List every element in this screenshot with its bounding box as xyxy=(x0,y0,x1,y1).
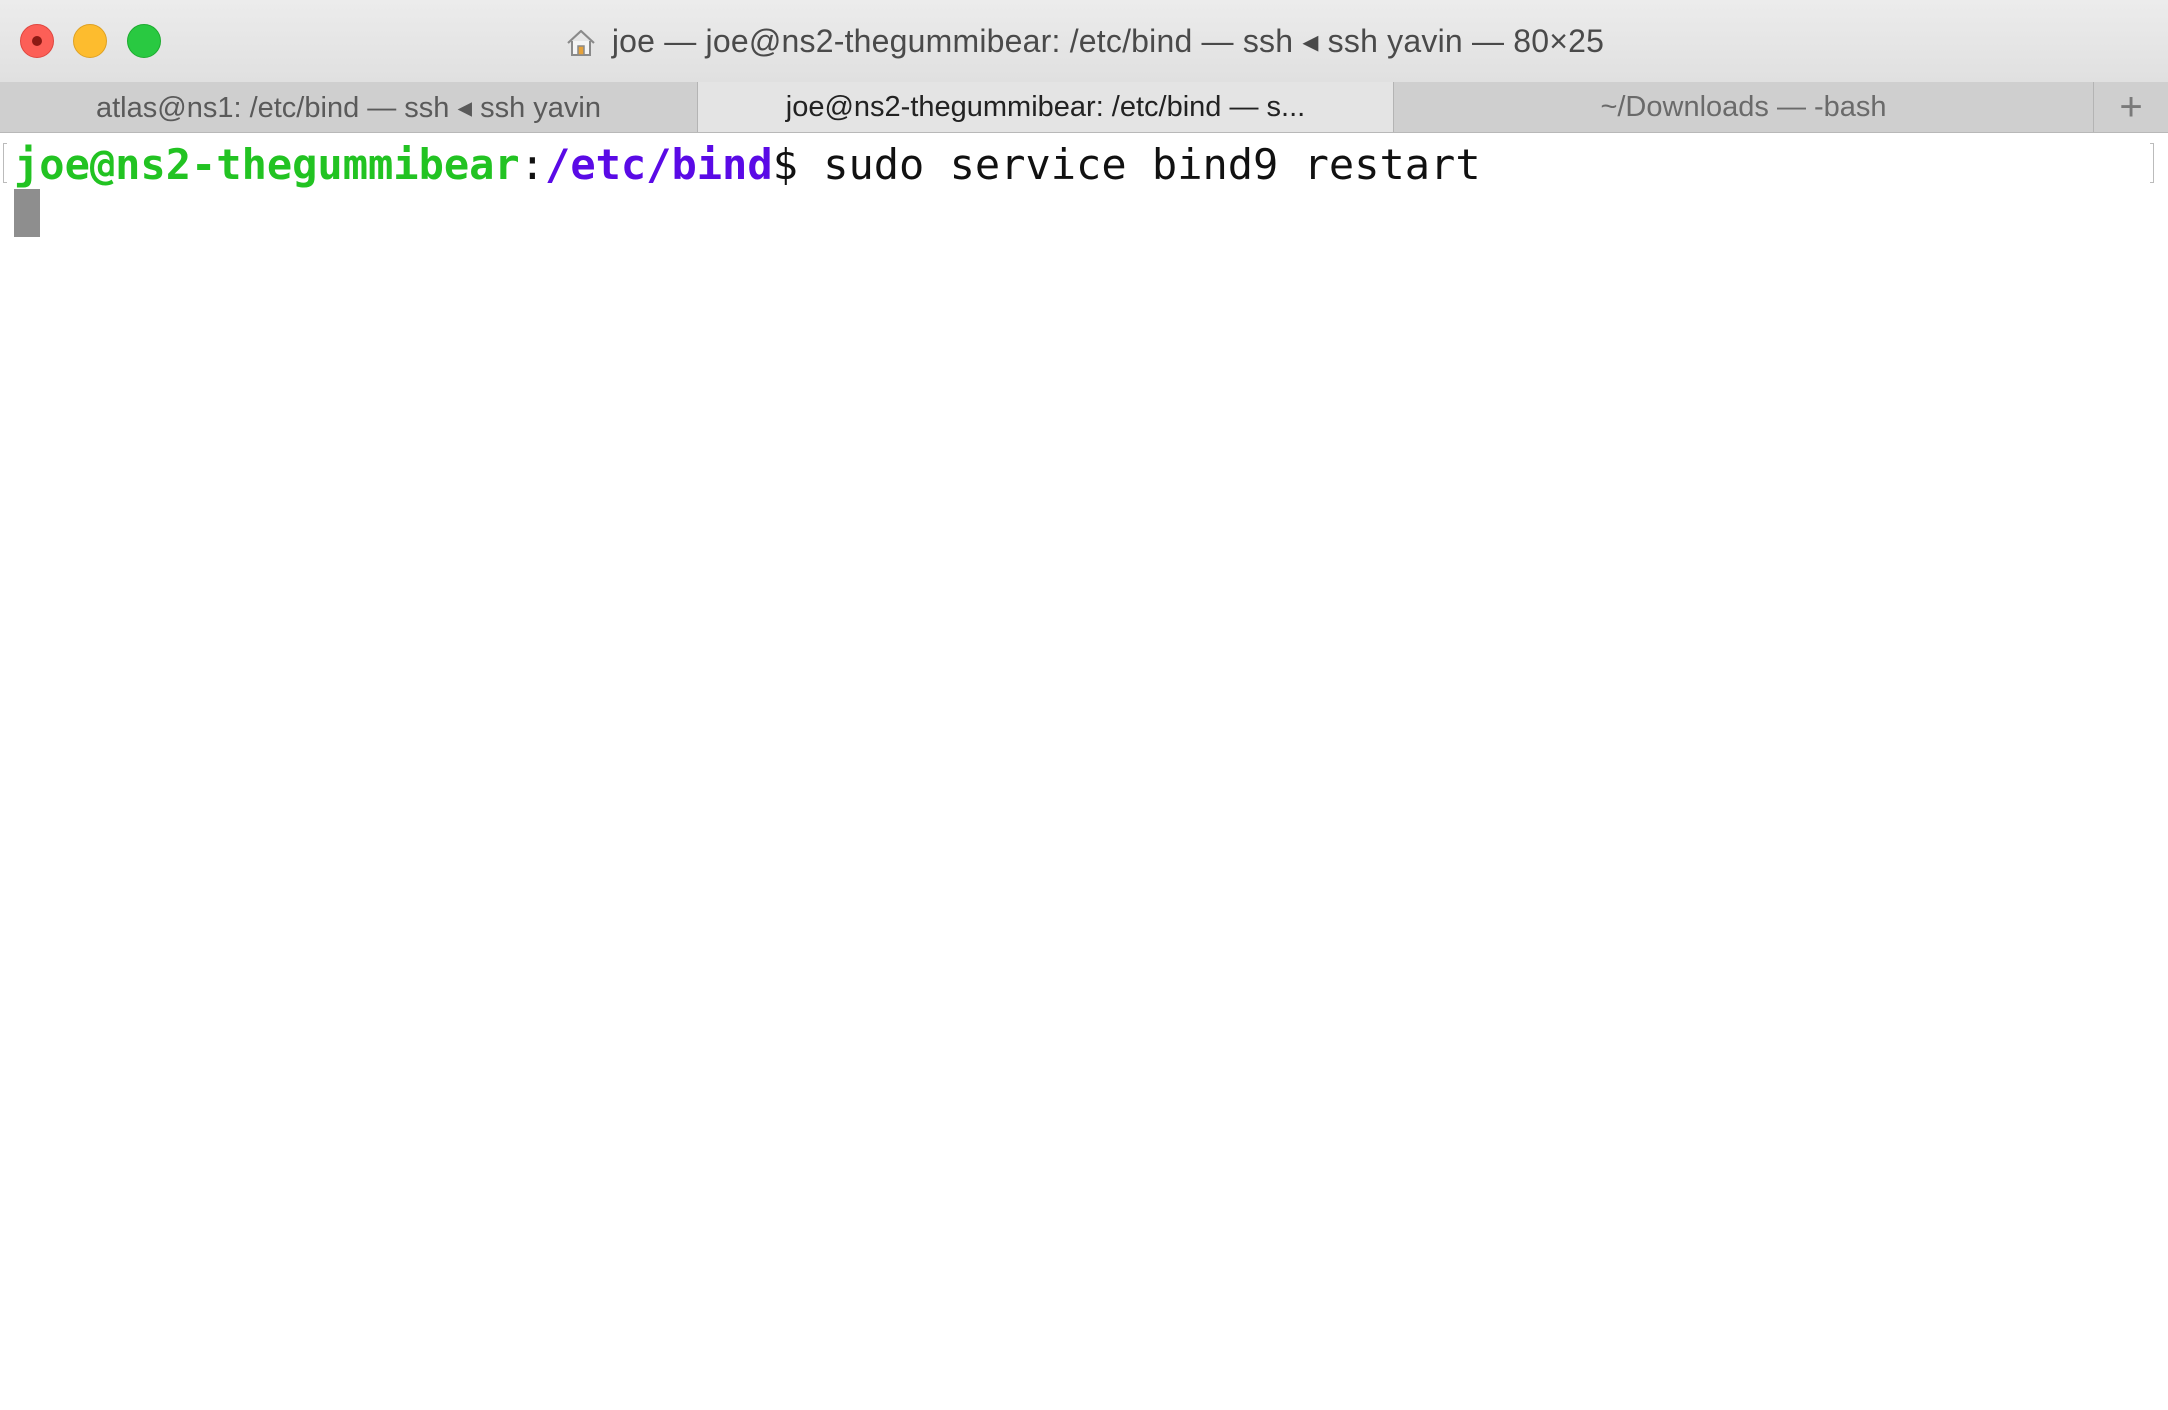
new-tab-button[interactable]: + xyxy=(2094,82,2168,132)
prompt-path: /etc/bind xyxy=(545,140,773,189)
terminal-output[interactable]: joe@ns2-thegummibear:/etc/bind$ sudo ser… xyxy=(0,133,2168,1410)
command-text: sudo service bind9 restart xyxy=(797,140,1481,189)
tab-label: ~/Downloads — -bash xyxy=(1600,90,1887,123)
command-line: joe@ns2-thegummibear:/etc/bind$ sudo ser… xyxy=(14,137,1481,193)
window-title-text: joe — joe@ns2-thegummibear: /etc/bind — … xyxy=(611,23,1605,59)
window-title: joe — joe@ns2-thegummibear: /etc/bind — … xyxy=(0,0,2168,82)
home-icon xyxy=(564,26,598,60)
prompt-symbol: $ xyxy=(772,140,798,189)
line-marker-left xyxy=(3,143,7,183)
line-marker-right xyxy=(2150,143,2154,183)
tab-atlas-ns1[interactable]: atlas@ns1: /etc/bind — ssh ◂ ssh yavin xyxy=(0,82,698,132)
prompt-separator: : xyxy=(519,140,546,189)
tab-downloads-bash[interactable]: ~/Downloads — -bash xyxy=(1394,82,2094,132)
tab-bar: atlas@ns1: /etc/bind — ssh ◂ ssh yavin j… xyxy=(0,82,2168,133)
title-bar[interactable]: joe — joe@ns2-thegummibear: /etc/bind — … xyxy=(0,0,2168,83)
plus-icon: + xyxy=(2119,84,2143,129)
tab-label: joe@ns2-thegummibear: /etc/bind — s... xyxy=(785,90,1306,123)
tab-label: atlas@ns1: /etc/bind — ssh ◂ ssh yavin xyxy=(96,91,601,124)
prompt-user-host: joe@ns2-thegummibear xyxy=(14,140,520,189)
tab-joe-ns2-active[interactable]: joe@ns2-thegummibear: /etc/bind — s... xyxy=(698,82,1394,132)
text-cursor xyxy=(14,189,40,237)
terminal-window: joe — joe@ns2-thegummibear: /etc/bind — … xyxy=(0,0,2168,1410)
